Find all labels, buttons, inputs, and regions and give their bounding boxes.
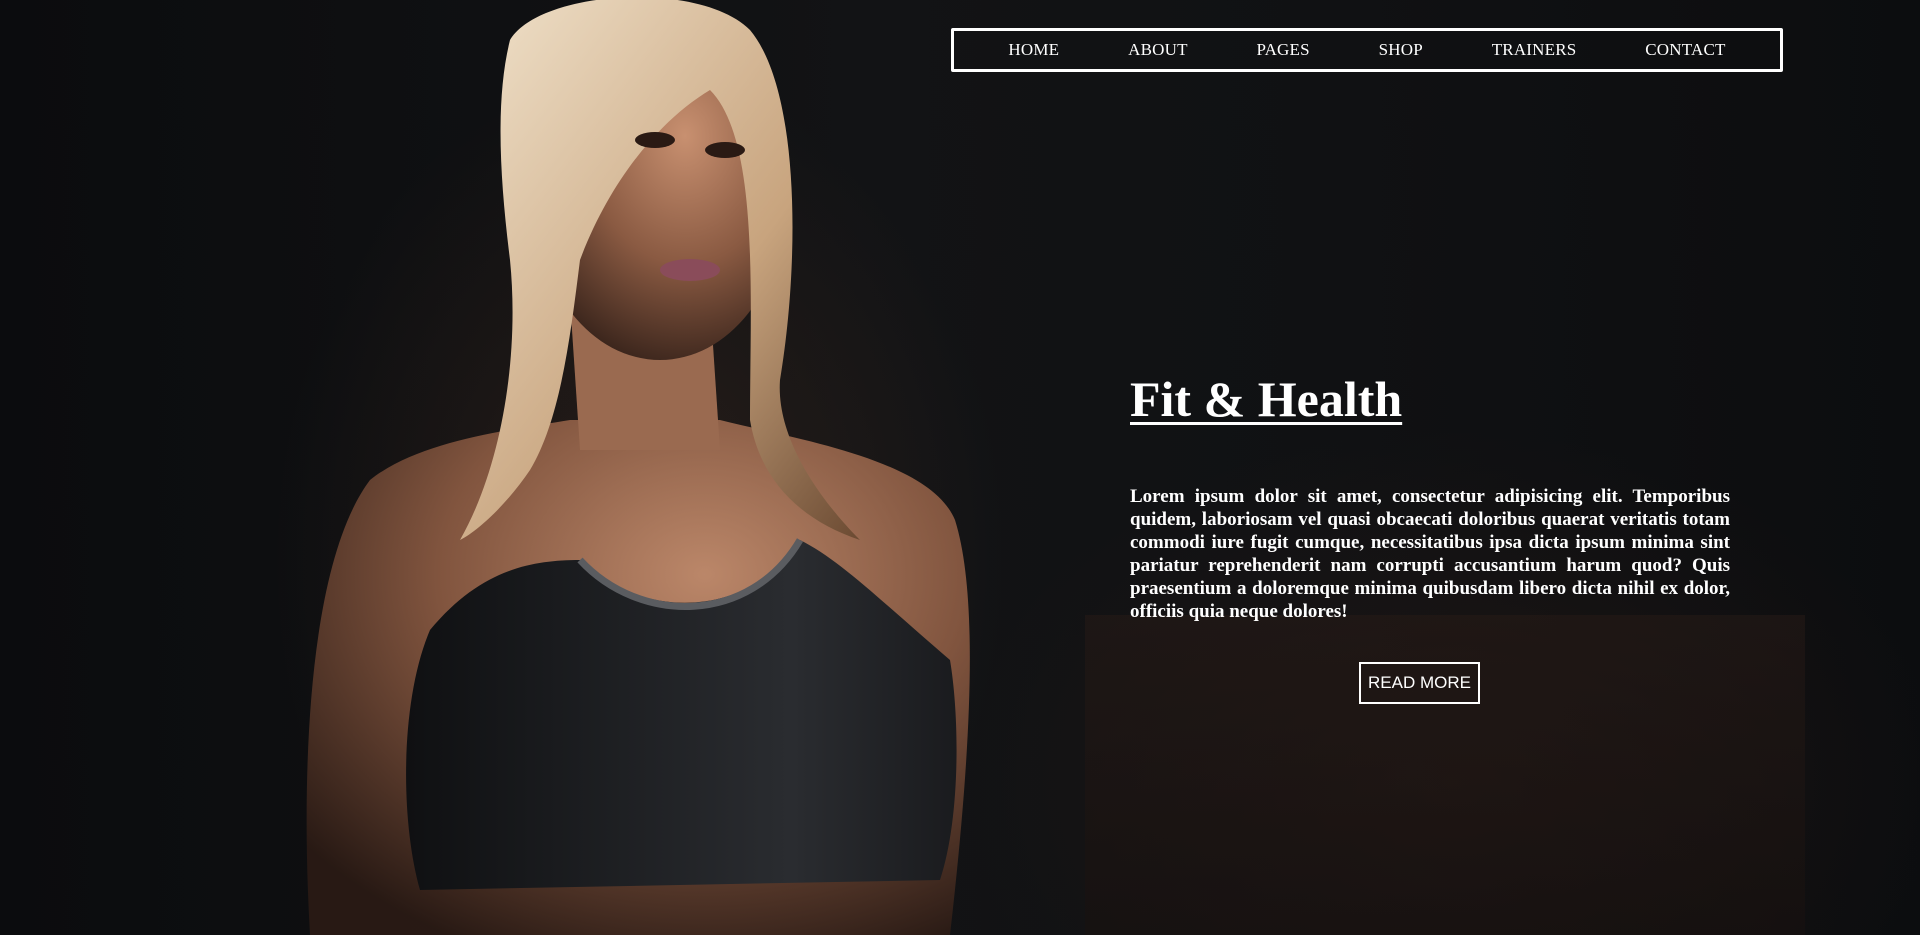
hero-title[interactable]: Fit & Health [1130, 372, 1402, 427]
nav-item-about[interactable]: ABOUT [1128, 40, 1188, 60]
nav-item-pages[interactable]: PAGES [1256, 40, 1309, 60]
read-more-button[interactable]: READ MORE [1359, 662, 1480, 704]
nav-item-shop[interactable]: SHOP [1379, 40, 1423, 60]
nav-item-trainers[interactable]: TRAINERS [1492, 40, 1577, 60]
nav-item-contact[interactable]: CONTACT [1645, 40, 1725, 60]
main-navigation: HOME ABOUT PAGES SHOP TRAINERS CONTACT [951, 28, 1783, 72]
hero-photo-woman [306, 0, 970, 935]
hero-description: Lorem ipsum dolor sit amet, consectetur … [1130, 486, 1730, 622]
nav-item-home[interactable]: HOME [1008, 40, 1059, 60]
